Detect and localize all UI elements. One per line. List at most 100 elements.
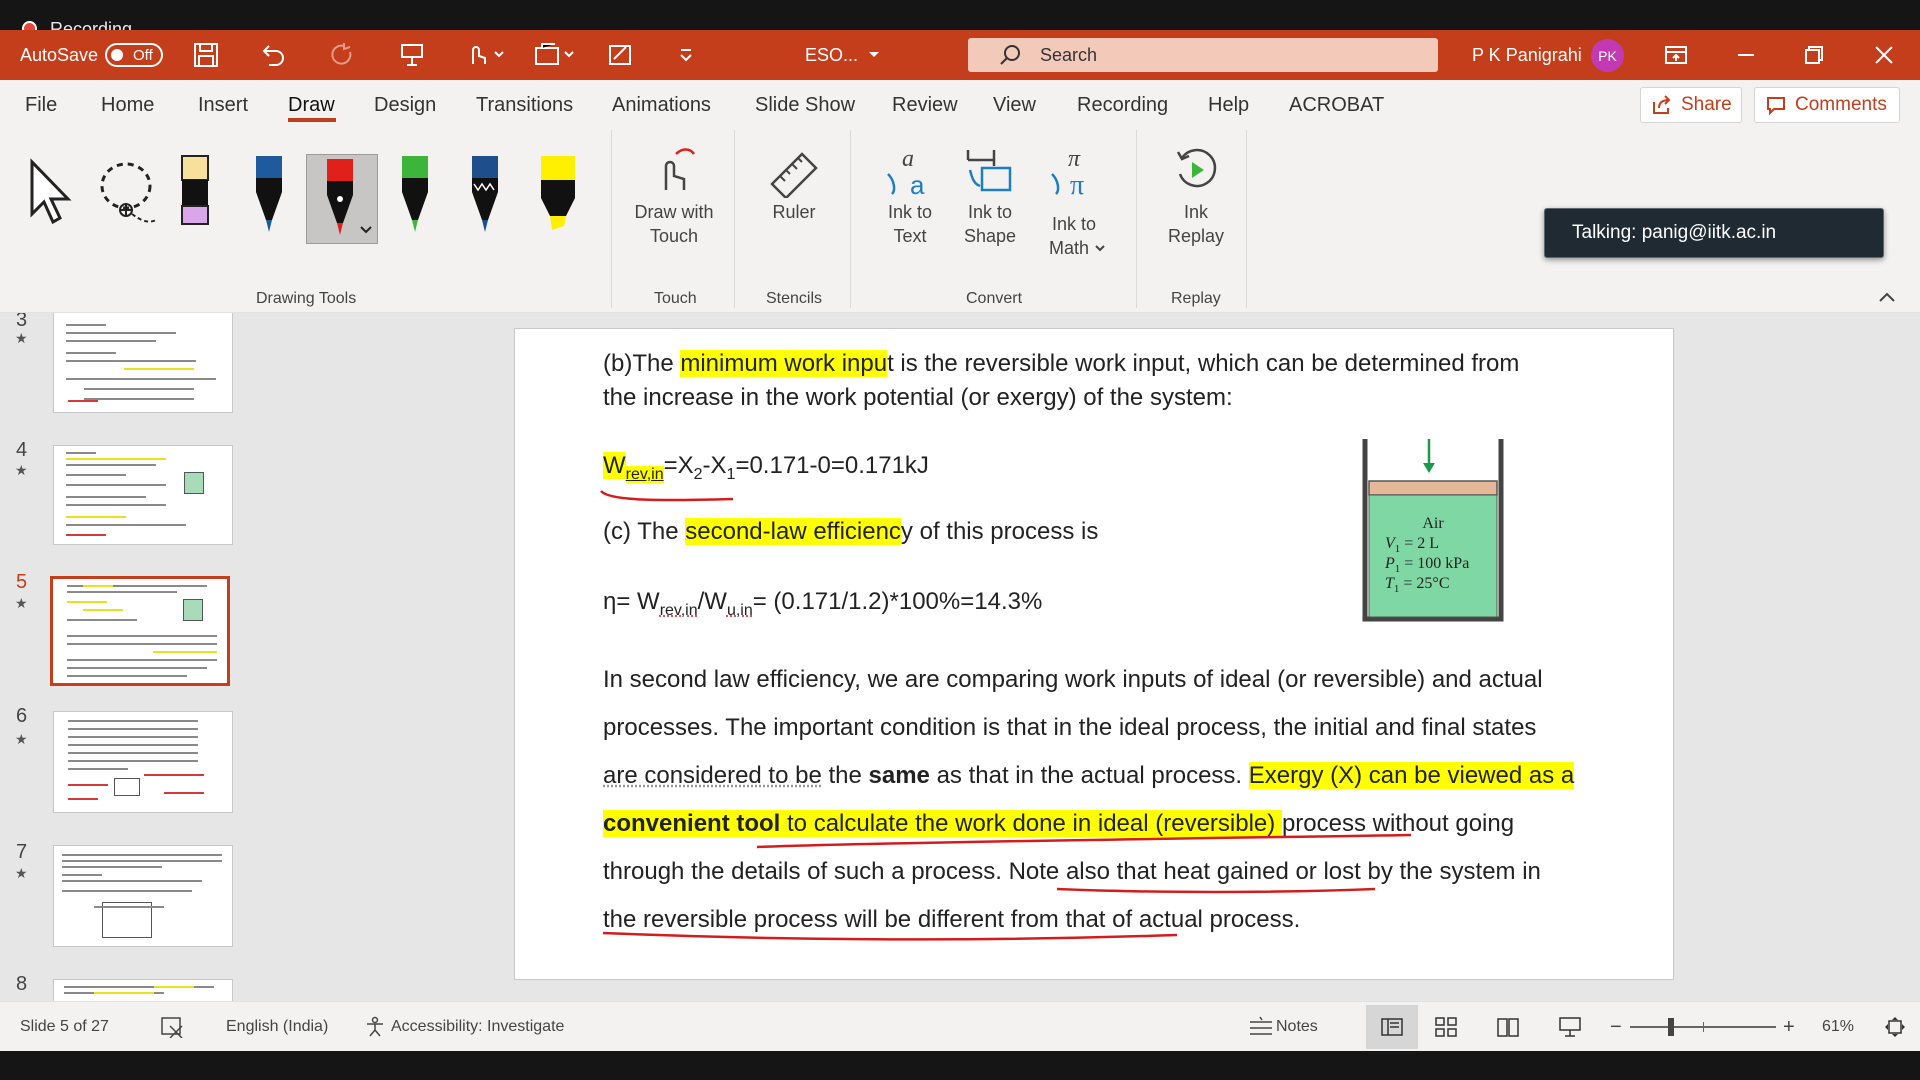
comment-icon <box>1767 97 1785 116</box>
notes-icon[interactable] <box>1248 1016 1274 1038</box>
pen-navy-icon[interactable] <box>468 154 502 238</box>
undo-icon[interactable] <box>256 38 292 72</box>
slide-thumbnail-3[interactable] <box>53 313 233 413</box>
chevron-down-icon <box>1095 245 1105 252</box>
highlighter-yellow-icon[interactable] <box>538 154 578 238</box>
ruler-button[interactable]: Ruler <box>748 142 840 282</box>
ink-to-math-label-1: Ink to <box>1051 214 1097 234</box>
slide-line-b1: (b)The minimum work input is the reversi… <box>603 350 1520 377</box>
close-icon[interactable] <box>1866 38 1902 72</box>
tab-insert[interactable]: Insert <box>198 80 248 130</box>
search-input[interactable]: Search <box>968 38 1438 72</box>
slide-thumbnail-7[interactable] <box>53 845 233 947</box>
slide-thumbnail-6[interactable] <box>53 711 233 813</box>
title-bar: AutoSave Off ESO... Search P K Panigrahi… <box>0 30 1920 80</box>
ink-to-math-icon: ππ <box>1051 146 1084 198</box>
slide-counter[interactable]: Slide 5 of 27 <box>20 1002 109 1052</box>
reading-view-button[interactable] <box>1490 1010 1526 1044</box>
accessibility-icon[interactable] <box>364 1016 386 1038</box>
share-label: Share <box>1681 94 1732 115</box>
touch-mode-icon[interactable] <box>460 38 510 72</box>
user-name[interactable]: P K Panigrahi <box>1472 30 1582 80</box>
tab-file[interactable]: File <box>25 80 57 130</box>
ribbon-display-options-icon[interactable] <box>1658 38 1694 72</box>
zoom-out-button[interactable]: − <box>1610 1002 1622 1052</box>
ink-to-shape-button[interactable]: Ink to Shape <box>950 142 1030 282</box>
autosave-toggle[interactable]: Off <box>105 43 163 67</box>
spell-check-icon[interactable] <box>160 1016 184 1038</box>
ink-underline-red <box>1056 887 1376 894</box>
draw-with-touch-button[interactable]: Draw with Touch <box>620 142 728 282</box>
save-icon[interactable] <box>188 38 224 72</box>
group-label-replay: Replay <box>1171 290 1221 307</box>
equation-efficiency: η= Wrev,in/Wu,in= (0.171/1.2)*100%=14.3% <box>603 588 1043 619</box>
redo-icon[interactable] <box>324 38 360 72</box>
language-indicator[interactable]: English (India) <box>226 1002 328 1052</box>
pen-red-selected[interactable] <box>306 154 378 244</box>
slide-thumbnail-pane[interactable]: 3 ★ 4 ★ 5 ★ 6 ★ 7 ★ 8 <box>0 313 290 1001</box>
highlighter-pink-icon[interactable] <box>178 154 212 236</box>
current-slide[interactable]: (b)The minimum work input is the reversi… <box>514 328 1674 980</box>
normal-view-icon <box>1381 1018 1403 1036</box>
accessibility-status[interactable]: Accessibility: Investigate <box>391 1002 564 1052</box>
tab-recording[interactable]: Recording <box>1077 80 1168 130</box>
slide-para-line-3: are considered to be the same as that in… <box>603 762 1575 789</box>
animation-star-icon: ★ <box>15 330 28 346</box>
tab-transitions[interactable]: Transitions <box>476 80 573 130</box>
tab-acrobat[interactable]: ACROBAT <box>1289 80 1384 130</box>
form-icon[interactable] <box>602 38 638 72</box>
pen-green-icon[interactable] <box>398 154 432 238</box>
slide-show-button[interactable] <box>1552 1010 1588 1044</box>
tab-home[interactable]: Home <box>101 80 154 130</box>
pen-blue-icon[interactable] <box>252 154 286 238</box>
document-title[interactable]: ESO... <box>805 30 858 80</box>
tab-view[interactable]: View <box>993 80 1036 130</box>
customize-toolbar-icon[interactable] <box>668 38 704 72</box>
zoom-slider-thumb[interactable] <box>1668 1018 1675 1036</box>
zoom-level[interactable]: 61% <box>1822 1002 1854 1052</box>
present-from-start-icon[interactable] <box>394 38 430 72</box>
collapse-ribbon-icon[interactable] <box>1878 290 1896 304</box>
tab-help[interactable]: Help <box>1208 80 1249 130</box>
slide-line-b2: the increase in the work potential (or e… <box>603 384 1233 411</box>
select-tool-icon[interactable] <box>28 158 76 228</box>
svg-text:π: π <box>1070 170 1084 198</box>
ink-to-math-button[interactable]: ππ Ink to Math <box>1034 142 1114 292</box>
normal-view-button[interactable] <box>1366 1005 1418 1049</box>
minimize-icon[interactable] <box>1728 38 1764 72</box>
tab-review[interactable]: Review <box>892 80 958 130</box>
active-tab-indicator <box>288 118 336 122</box>
slide-sorter-button[interactable] <box>1428 1010 1464 1044</box>
chevron-down-icon[interactable] <box>856 38 892 72</box>
slide-thumbnail-8[interactable] <box>53 979 233 1001</box>
fit-to-window-icon[interactable] <box>1884 1016 1906 1038</box>
svg-text:a: a <box>902 146 914 172</box>
ink-replay-button[interactable]: Ink Replay <box>1156 142 1236 282</box>
tab-animations[interactable]: Animations <box>612 80 711 130</box>
ink-replay-icon <box>1176 148 1217 188</box>
zoom-in-button[interactable]: + <box>1783 1002 1795 1052</box>
share-icon <box>1653 95 1671 114</box>
animation-star-icon: ★ <box>15 731 28 747</box>
ink-to-text-button[interactable]: aa Ink to Text <box>870 142 950 282</box>
ink-to-shape-label-1: Ink to <box>967 202 1013 222</box>
layout-icon[interactable] <box>530 38 580 72</box>
restore-icon[interactable] <box>1796 38 1832 72</box>
slide-line-c: (c) The second-law efficiency of this pr… <box>603 518 1099 545</box>
notes-label[interactable]: Notes <box>1276 1002 1318 1052</box>
group-label-convert: Convert <box>966 290 1023 307</box>
tab-slide-show[interactable]: Slide Show <box>755 80 855 130</box>
slide-thumbnail-4[interactable] <box>53 445 233 545</box>
slide-para-line-2: processes. The important condition is th… <box>603 714 1537 741</box>
comments-button[interactable]: Comments <box>1754 87 1900 123</box>
tab-draw[interactable]: Draw <box>288 80 335 130</box>
autosave-label: AutoSave <box>20 44 99 65</box>
avatar[interactable]: PK <box>1591 39 1624 72</box>
share-button[interactable]: Share <box>1640 87 1742 123</box>
thumb-number-6: 6 <box>16 705 28 727</box>
ink-underline-red <box>756 833 1412 849</box>
tab-design[interactable]: Design <box>374 80 436 130</box>
menu-bar: File Home Insert Draw Design Transitions… <box>0 80 1920 130</box>
slide-thumbnail-5[interactable] <box>50 576 230 686</box>
lasso-select-icon[interactable] <box>96 158 162 230</box>
